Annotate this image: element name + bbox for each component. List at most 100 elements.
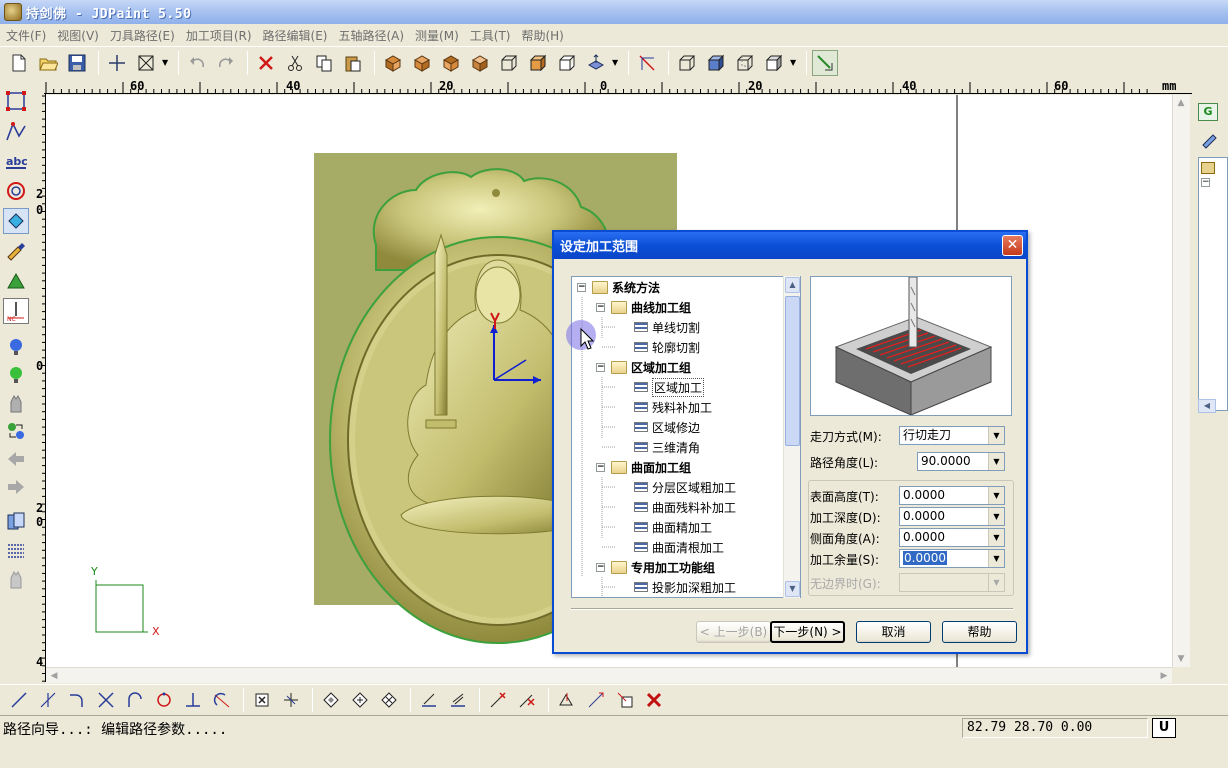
tree-leaf-surface-finish[interactable]: 曲面精加工: [634, 517, 712, 537]
render-dropdown-icon[interactable]: ▼: [790, 50, 798, 76]
unit-button[interactable]: U: [1152, 718, 1176, 738]
close-icon[interactable]: ✕: [1002, 235, 1023, 256]
menu-path-edit[interactable]: 路径编辑(E): [261, 27, 337, 44]
tree-leaf-area-machining[interactable]: 区域加工: [634, 377, 705, 397]
swap-icon[interactable]: [3, 418, 29, 444]
method-tree[interactable]: − 系统方法 − 曲线加工组 单线切割 轮廓切割 − 区域加工组 区域加工 残料补加工…: [571, 276, 801, 598]
chevron-down-icon[interactable]: ▼: [988, 550, 1004, 567]
tree-node-root[interactable]: − 系统方法: [577, 277, 660, 297]
chevron-down-icon[interactable]: ▼: [988, 487, 1004, 504]
chevron-down-icon[interactable]: ▼: [988, 453, 1004, 470]
scroll-up-icon[interactable]: ▲: [785, 277, 800, 293]
scroll-left-icon[interactable]: ◀: [46, 668, 62, 684]
chevron-down-icon[interactable]: ▼: [988, 574, 1004, 591]
fillet-tool-icon[interactable]: [64, 688, 89, 712]
undo-icon[interactable]: [184, 50, 210, 76]
dialog-title-bar[interactable]: 设定加工范围 ✕: [554, 232, 1026, 259]
path-node-icon[interactable]: [634, 50, 660, 76]
break-node-icon[interactable]: [485, 688, 510, 712]
path-angle-select[interactable]: 90.0000 ▼: [917, 452, 1005, 471]
prev-button[interactable]: < 上一步(B): [696, 621, 771, 643]
cut-depth-input[interactable]: 0.0000 ▼: [899, 507, 1005, 526]
menu-machining[interactable]: 加工项目(R): [184, 27, 261, 44]
shaded-view-icon[interactable]: [703, 50, 729, 76]
delete-icon[interactable]: [253, 50, 279, 76]
node-edit-icon[interactable]: [3, 88, 29, 114]
list-icon[interactable]: [3, 538, 29, 564]
surface-height-input[interactable]: 0.0000 ▼: [899, 486, 1005, 505]
text-tool-icon[interactable]: abc: [3, 148, 29, 174]
render-mode-icon[interactable]: [761, 50, 787, 76]
rotate-view-icon[interactable]: [583, 50, 609, 76]
circle-tool-icon[interactable]: [3, 178, 29, 204]
view-box-front-icon[interactable]: [409, 50, 435, 76]
delete-node-icon[interactable]: [514, 688, 539, 712]
menu-five-axis[interactable]: 五轴路径(A): [336, 27, 413, 44]
transform-tool-icon[interactable]: [3, 208, 29, 234]
scroll-right-icon[interactable]: ▶: [1156, 668, 1172, 684]
scroll-up-icon[interactable]: ▲: [1173, 95, 1189, 111]
mirror-icon[interactable]: [318, 688, 343, 712]
align-left-icon[interactable]: [416, 688, 441, 712]
perpendicular-icon[interactable]: [180, 688, 205, 712]
tree-node-special-group[interactable]: − 专用加工功能组: [596, 557, 715, 577]
cancel-button[interactable]: 取消: [856, 621, 931, 643]
next-button[interactable]: 下一步(N) >: [770, 621, 845, 643]
frame-view-icon[interactable]: [674, 50, 700, 76]
redo-icon[interactable]: [213, 50, 239, 76]
extend-tool-icon[interactable]: [35, 688, 60, 712]
view-dropdown-icon[interactable]: ▼: [612, 50, 620, 76]
new-file-icon[interactable]: [6, 50, 32, 76]
side-angle-input[interactable]: 0.0000 ▼: [899, 528, 1005, 547]
canvas-horizontal-scrollbar[interactable]: ◀ ▶: [46, 667, 1172, 683]
crosshair-icon[interactable]: [104, 50, 130, 76]
layers-icon[interactable]: [3, 508, 29, 534]
select-box-icon[interactable]: [133, 50, 159, 76]
tree-leaf-area-trim[interactable]: 区域修边: [634, 417, 700, 437]
tree-leaf-rest-machining[interactable]: 残料补加工: [634, 397, 712, 417]
hidden-line-icon[interactable]: [732, 50, 758, 76]
chevron-down-icon[interactable]: ▼: [988, 529, 1004, 546]
light-blue-icon[interactable]: [3, 334, 29, 360]
panel-tree[interactable]: −: [1198, 157, 1228, 411]
allowance-input[interactable]: 0.0000 ▼: [899, 549, 1005, 568]
tree-leaf-single-line[interactable]: 单线切割: [634, 317, 700, 337]
path-move-icon[interactable]: [583, 688, 608, 712]
scroll-down-icon[interactable]: ▼: [785, 581, 800, 597]
panel-scroll-left-icon[interactable]: ◀: [1198, 399, 1216, 413]
tree-leaf-layered-rough[interactable]: 分层区域粗加工: [634, 477, 736, 497]
snap-cross-icon[interactable]: [278, 688, 303, 712]
collapse-icon[interactable]: −: [596, 562, 605, 572]
view-box-side-icon[interactable]: [438, 50, 464, 76]
chevron-down-icon[interactable]: ▼: [988, 427, 1004, 444]
tree-leaf-projection-rough[interactable]: 投影加深粗加工: [634, 577, 736, 597]
walk-mode-select[interactable]: 行切走刀 ▼: [899, 426, 1005, 445]
collapse-icon[interactable]: −: [596, 362, 605, 372]
chevron-down-icon[interactable]: ▼: [988, 508, 1004, 525]
scroll-down-icon[interactable]: ▼: [1173, 651, 1189, 667]
collapse-icon[interactable]: −: [596, 462, 605, 472]
tree-scrollbar[interactable]: ▲ ▼: [783, 276, 800, 598]
polyline-icon[interactable]: [3, 118, 29, 144]
tree-leaf-contour[interactable]: 轮廓切割: [634, 337, 700, 357]
tree-leaf-3d-corner[interactable]: 三维清角: [634, 437, 700, 457]
paint-tool-icon[interactable]: [3, 238, 29, 264]
tree-node-area-group[interactable]: − 区域加工组: [596, 357, 691, 377]
align-right-icon[interactable]: [445, 688, 470, 712]
tree-node-surface-group[interactable]: − 曲面加工组: [596, 457, 691, 477]
tree-leaf-surface-root[interactable]: 曲面清根加工: [634, 537, 724, 557]
menu-view[interactable]: 视图(V): [55, 27, 108, 44]
menu-measure[interactable]: 测量(M): [413, 27, 468, 44]
menu-file[interactable]: 文件(F): [4, 27, 55, 44]
g-code-icon[interactable]: G: [1198, 103, 1218, 121]
panel-expander-icon[interactable]: −: [1201, 178, 1210, 187]
close-path-icon[interactable]: [641, 688, 666, 712]
light-green-icon[interactable]: [3, 362, 29, 388]
circle-node-icon[interactable]: [151, 688, 176, 712]
canvas-vertical-scrollbar[interactable]: ▲ ▼: [1172, 95, 1190, 667]
cut-icon[interactable]: [282, 50, 308, 76]
array-icon[interactable]: [347, 688, 372, 712]
arrow-right-icon[interactable]: [3, 474, 29, 500]
relief-tool-icon[interactable]: [3, 268, 29, 294]
menu-tools[interactable]: 工具(T): [468, 27, 520, 44]
